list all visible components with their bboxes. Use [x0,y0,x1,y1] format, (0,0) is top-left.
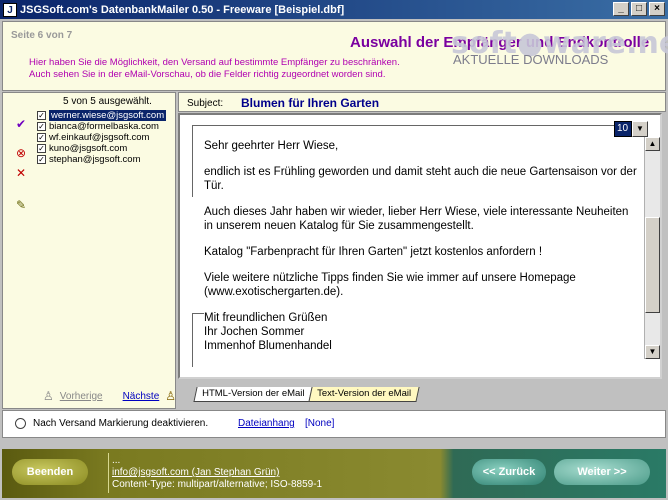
recipient-email: stephan@jsgsoft.com [49,154,141,165]
next-link[interactable]: Nächste [123,391,160,402]
close-button[interactable]: × [649,2,665,16]
mail-paragraph: Auch dieses Jahr haben wir wieder, liebe… [204,206,629,232]
tab-html-version[interactable]: HTML-Version der eMail [193,387,314,402]
checkbox[interactable]: ✓ [37,111,46,120]
recipient-email: kuno@jsgsoft.com [49,143,128,154]
checkbox[interactable]: ✓ [37,133,46,142]
sender-address: info@jsgsoft.com (Jan Stephan Grün) [112,467,280,478]
checkbox[interactable]: ✓ [37,155,46,164]
next-icon[interactable]: ♙ [165,389,176,403]
wizard-header: Seite 6 von 7 Hier haben Sie die Möglich… [2,21,668,91]
deactivate-label: Nach Versand Markierung deaktivieren. [33,418,209,429]
subject-bar: Subject: Blumen für Ihren Garten [178,92,666,112]
checkbox[interactable]: ✓ [37,144,46,153]
chevron-down-icon[interactable]: ▼ [632,121,648,137]
list-item[interactable]: ✓ stephan@jsgsoft.com [37,154,177,165]
edit-icon[interactable]: ✎ [14,198,28,212]
mail-paragraph: Katalog "Farbenpracht für Ihren Garten" … [204,246,543,258]
window-controls: _ □ × [613,2,665,16]
info-dots: ... [112,455,121,466]
tab-label: HTML-Version der eMail [202,388,305,399]
app-icon: J [3,2,17,17]
scroll-down-button[interactable]: ▼ [645,345,660,359]
attachment-link[interactable]: Dateianhang [238,418,295,429]
divider [192,313,204,367]
info-line-1: Hier haben Sie die Möglichkeit, den Vers… [29,57,400,68]
deselect-icon[interactable]: ✕ [14,166,28,180]
content-type: Content-Type: multipart/alternative; ISO… [112,479,323,490]
mail-body: Sehr geehrter Herr Wiese, endlich ist es… [204,139,638,353]
mail-preview[interactable]: Sehr geehrter Herr Wiese, endlich ist es… [178,113,662,379]
mail-paragraph: endlich ist es Frühling geworden und dam… [204,166,637,192]
filter-icon[interactable]: ⊗ [14,146,28,160]
mail-company: Immenhof Blumenhandel [204,340,332,352]
tab-text-version[interactable]: Text-Version der eMail [308,387,421,402]
recipient-navigation: ♙ Vorherige Nächste ♙ [43,389,176,403]
prev-link[interactable]: Vorherige [60,391,103,402]
recipient-list[interactable]: ✓ werner.wiese@jsgsoft.com ✓ bianca@formel… [37,110,177,165]
attachment-value: [None] [305,418,335,429]
recipient-email: werner.wiese@jsgsoft.com [49,110,167,121]
next-button[interactable]: Weiter >> [554,459,650,485]
divider [192,125,632,126]
end-button[interactable]: Beenden [12,459,88,485]
recipient-email: bianca@formelbaska.com [49,121,159,132]
vertical-scrollbar[interactable]: ▲ ▼ [644,137,660,359]
mail-paragraph: Viele weitere nützliche Tipps finden Sie… [204,272,576,298]
list-item[interactable]: ✓ bianca@formelbaska.com [37,121,177,132]
list-item[interactable]: ✓ wf.einkauf@jsgsoft.com [37,132,177,143]
info-text: Hier haben Sie die Möglichkeit, den Vers… [29,57,400,81]
zoom-value: 10 [614,121,632,137]
scroll-thumb[interactable] [645,217,660,313]
zoom-select[interactable]: 10 ▼ [614,121,648,137]
divider [192,125,204,197]
checkbox[interactable]: ✓ [37,122,46,131]
mail-signature: Ihr Jochen Sommer [204,326,305,338]
selection-count: 5 von 5 ausgewählt. [63,96,152,107]
watermark-subtitle: AKTUELLE DOWNLOADS [453,52,609,67]
wizard-footer: Beenden ... info@jsgsoft.com (Jan Stepha… [2,449,666,498]
mail-greeting: Sehr geehrter Herr Wiese, [204,140,339,152]
list-item[interactable]: ✓ werner.wiese@jsgsoft.com [37,110,177,121]
divider [108,453,109,493]
subject-label: Subject: [187,98,224,109]
options-bar: Nach Versand Markierung deaktivieren. Da… [2,410,666,438]
scroll-up-button[interactable]: ▲ [645,137,660,151]
select-all-icon[interactable]: ✔ [14,117,28,131]
subject-value: Blumen für Ihren Garten [241,96,380,110]
list-item[interactable]: ✓ kuno@jsgsoft.com [37,143,177,154]
mail-closing: Mit freundlichen Grüßen [204,312,328,324]
sender-info: ... info@jsgsoft.com (Jan Stephan Grün) … [112,455,322,491]
title-bar[interactable]: J JSGSoft.com's DatenbankMailer 0.50 - F… [0,0,668,19]
recipient-pane: 5 von 5 ausgewählt. ✔ ⊗ ✕ ✎ ✓ werner.wies… [2,92,176,409]
back-button[interactable]: << Zurück [472,459,546,485]
deactivate-checkbox[interactable] [15,418,26,429]
minimize-button[interactable]: _ [613,2,629,16]
recipient-email: wf.einkauf@jsgsoft.com [49,132,150,143]
version-tabs: HTML-Version der eMail Text-Version der … [193,387,421,402]
step-indicator: Seite 6 von 7 [11,30,73,41]
tab-label: Text-Version der eMail [317,388,412,399]
prev-icon[interactable]: ♙ [43,389,54,403]
window-title: JSGSoft.com's DatenbankMailer 0.50 - Fre… [20,3,345,16]
info-line-2: Auch sehen Sie in der eMail-Vorschau, ob… [29,69,386,80]
maximize-button[interactable]: □ [631,2,647,16]
